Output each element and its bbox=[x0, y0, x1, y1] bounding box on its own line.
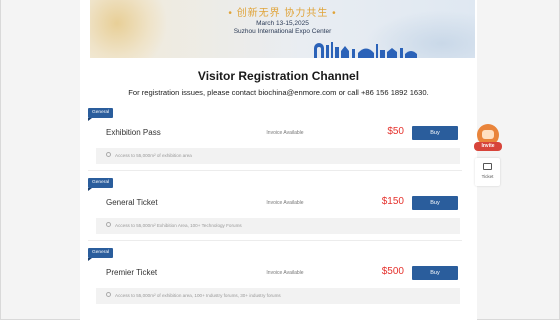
ticket-card: General Premier Ticket Invoice Available… bbox=[88, 248, 462, 308]
ticket-description-text: Access to 55,000m² of exhibition area, 1… bbox=[115, 293, 281, 298]
ticket-description: Access to 55,000m² Exhibition Area, 100+… bbox=[96, 218, 460, 234]
invite-label: Invite bbox=[474, 142, 502, 151]
buy-button[interactable]: Buy bbox=[412, 126, 458, 140]
banner-dates: March 13-15,2025 Suzhou International Ex… bbox=[90, 20, 475, 36]
info-icon bbox=[106, 152, 111, 158]
buy-button[interactable]: Buy bbox=[412, 266, 458, 280]
contact-info: For registration issues, please contact … bbox=[128, 88, 429, 97]
ticket-description: Access to 55,000m² of exhibition area, 1… bbox=[96, 288, 460, 304]
ticket-tag: General bbox=[88, 248, 114, 261]
ticket-price: $50 bbox=[387, 126, 404, 137]
ticket-card: General General Ticket Invoice Available… bbox=[88, 178, 462, 238]
ticket-price: $150 bbox=[381, 196, 404, 207]
divider bbox=[88, 240, 462, 241]
buy-button[interactable]: Buy bbox=[412, 196, 458, 210]
banner-date: March 13-15,2025 bbox=[256, 20, 309, 27]
ticket-tag: General bbox=[88, 108, 114, 121]
ticket-description-text: Access to 55,000m² of exhibition area bbox=[115, 153, 192, 158]
ticket-description-text: Access to 55,000m² Exhibition Area, 100+… bbox=[115, 223, 242, 228]
invoice-label: Invoice Available bbox=[266, 200, 304, 206]
invite-button[interactable]: Invite bbox=[474, 124, 502, 154]
invoice-label: Invoice Available bbox=[266, 130, 304, 136]
ticket-description: Access to 55,000m² of exhibition area bbox=[96, 148, 460, 164]
event-banner: • 创新无界 协力共生 • March 13-15,2025 Suzhou In… bbox=[90, 0, 475, 58]
invite-face bbox=[482, 130, 494, 139]
divider bbox=[88, 170, 462, 171]
ticket-shortcut-button[interactable]: Ticket bbox=[475, 158, 500, 186]
ticket-card: General Exhibition Pass Invoice Availabl… bbox=[88, 108, 462, 168]
page-title: Visitor Registration Channel bbox=[197, 69, 360, 83]
skyline-logo bbox=[314, 42, 417, 58]
info-icon bbox=[106, 222, 111, 228]
info-icon bbox=[106, 292, 111, 298]
ticket-shortcut-label: Ticket bbox=[481, 174, 494, 179]
banner-slogan: • 创新无界 协力共生 • bbox=[228, 8, 337, 19]
invoice-label: Invoice Available bbox=[266, 270, 304, 276]
banner-venue: Suzhou International Expo Center bbox=[233, 28, 332, 35]
ticket-icon bbox=[483, 163, 492, 170]
ticket-tag: General bbox=[88, 178, 114, 191]
ticket-price: $500 bbox=[381, 266, 404, 277]
